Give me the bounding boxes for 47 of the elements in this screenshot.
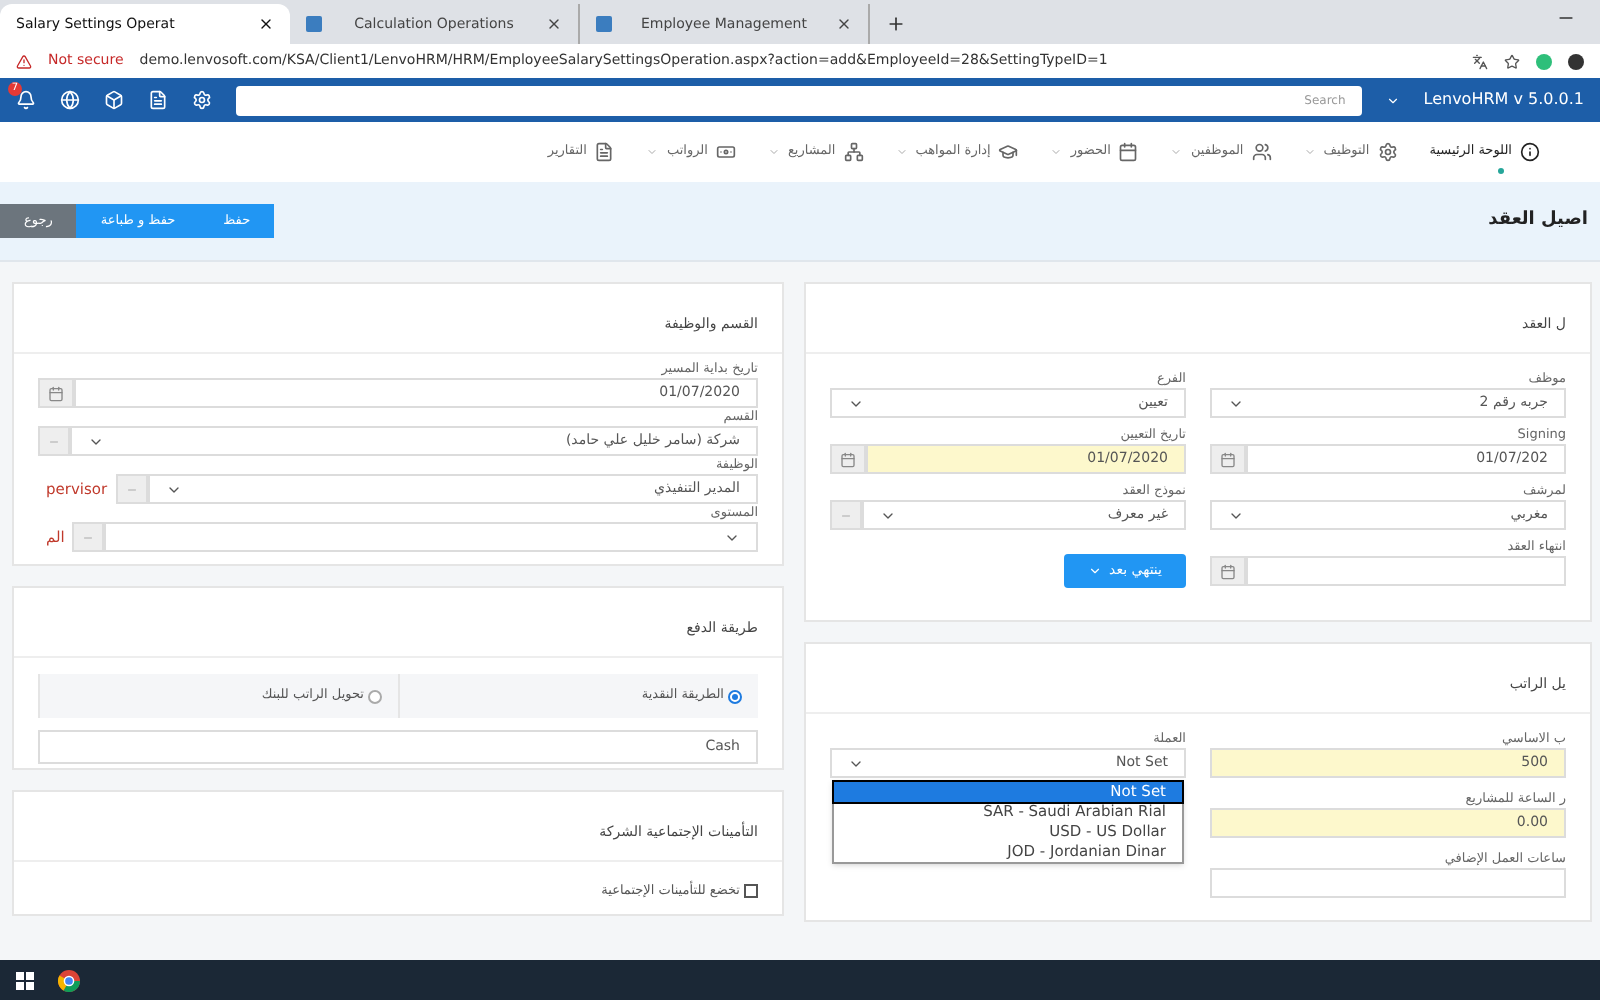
close-icon[interactable]: [258, 16, 274, 32]
document-icon[interactable]: [148, 90, 168, 110]
minus-icon: [840, 509, 852, 521]
select-field[interactable]: [104, 522, 758, 552]
close-icon[interactable]: [835, 16, 852, 32]
date-field[interactable]: [1246, 556, 1566, 586]
browser-icon[interactable]: [58, 969, 80, 991]
checkbox[interactable]: [744, 884, 758, 899]
profile-avatar[interactable]: [1568, 53, 1584, 69]
settings-icon[interactable]: [192, 90, 212, 110]
site-favicon: [306, 16, 322, 32]
new-tab-icon[interactable]: [886, 14, 906, 34]
close-icon[interactable]: [545, 16, 562, 32]
minus-icon: [48, 435, 60, 447]
network-icon: [843, 142, 864, 162]
calendar-button[interactable]: [1210, 556, 1246, 586]
calendar-icon: [48, 385, 64, 401]
banknote-icon: [715, 142, 736, 162]
calendar-icon: [1220, 563, 1236, 579]
warning-icon: [16, 53, 32, 69]
calendar-button[interactable]: [1210, 444, 1246, 474]
calendar-icon: [1118, 142, 1139, 162]
graduation-cap-icon: [998, 142, 1019, 162]
people-icon: [1251, 142, 1272, 162]
product-name[interactable]: LenvoHRM v 5.0.0.1: [1423, 88, 1584, 112]
star-icon[interactable]: [1504, 53, 1520, 69]
translate-icon[interactable]: [1472, 53, 1488, 69]
caret-icon: [1385, 93, 1400, 107]
document-icon: [594, 142, 615, 162]
cube-icon[interactable]: [104, 90, 124, 110]
calendar-icon: [840, 451, 856, 467]
page-title: اصيل العقد: [1488, 207, 1590, 234]
calendar-button[interactable]: [830, 444, 866, 474]
info-icon: [1520, 142, 1540, 162]
windows-logo-icon[interactable]: [16, 971, 34, 989]
site-favicon: [596, 16, 612, 32]
radio-button[interactable]: [728, 689, 742, 703]
globe-icon[interactable]: [60, 90, 80, 110]
caret-icon: [1087, 564, 1102, 578]
settings-icon: [1377, 142, 1398, 162]
input-field[interactable]: [1210, 868, 1566, 898]
calendar-button[interactable]: [38, 378, 74, 408]
minus-icon: [82, 531, 95, 543]
notification-icon[interactable]: [16, 90, 36, 110]
radio-button[interactable]: [368, 689, 382, 703]
calendar-icon: [1220, 451, 1236, 467]
minus-icon: [125, 483, 138, 495]
